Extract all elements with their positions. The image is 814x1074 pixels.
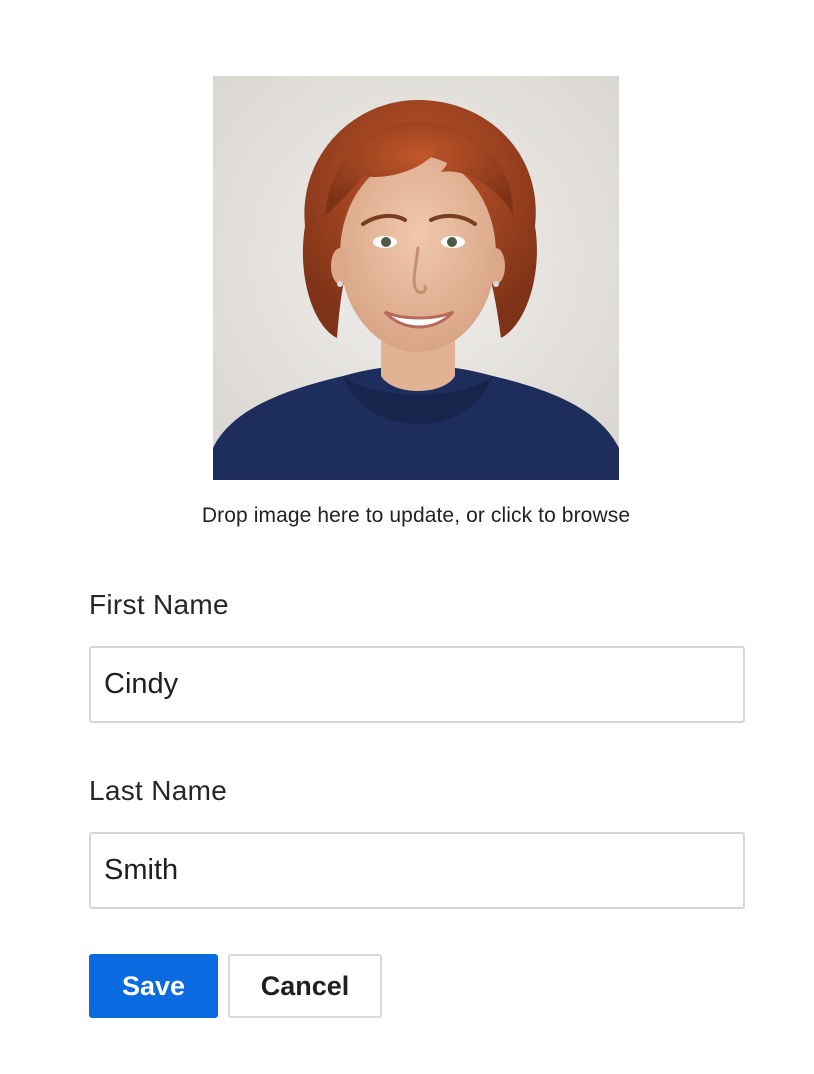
cancel-button[interactable]: Cancel <box>228 954 382 1018</box>
first-name-field[interactable] <box>89 646 745 723</box>
save-button[interactable]: Save <box>89 954 218 1018</box>
photo-drop-hint: Drop image here to update, or click to b… <box>201 504 631 527</box>
last-name-field[interactable] <box>89 832 745 909</box>
profile-photo-dropzone[interactable] <box>213 76 619 480</box>
last-name-label: Last Name <box>89 775 228 806</box>
first-name-label: First Name <box>89 589 229 620</box>
profile-photo <box>213 76 619 480</box>
